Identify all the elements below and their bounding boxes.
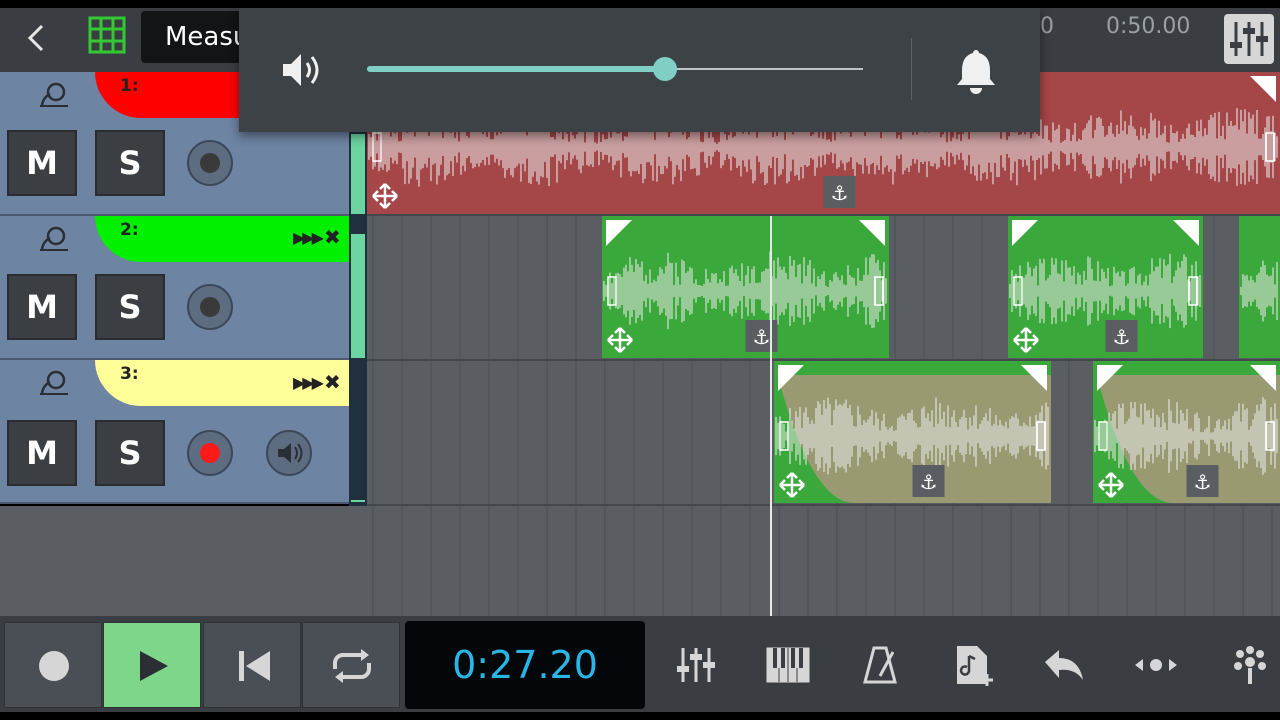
- bell-icon[interactable]: [953, 46, 999, 94]
- track-number-label: 3:: [120, 364, 139, 384]
- ruler-tick-label: 0: [1040, 14, 1054, 39]
- fx-arrows-icon[interactable]: ▶▶▶: [293, 373, 324, 392]
- solo-button[interactable]: S: [95, 420, 165, 486]
- audio-clip[interactable]: ⚓: [1093, 361, 1280, 503]
- mixer-icon[interactable]: [671, 640, 721, 690]
- record-arm-button[interactable]: [187, 284, 233, 330]
- volume-slider-fill: [367, 66, 665, 72]
- speaker-icon[interactable]: [279, 50, 329, 90]
- time-display[interactable]: 0:27.20: [405, 621, 645, 709]
- empty-header-area: [0, 506, 367, 616]
- ruler-tick-label: 0:50.00: [1106, 14, 1191, 39]
- record-arm-button[interactable]: [187, 430, 233, 476]
- level-meter: [349, 360, 367, 506]
- monitor-button[interactable]: [266, 430, 312, 476]
- record-icon: [39, 651, 69, 681]
- mute-button[interactable]: M: [7, 274, 77, 340]
- mixer-sliders-icon[interactable]: [1224, 14, 1274, 64]
- track-number-label: 1:: [120, 76, 139, 96]
- mute-button[interactable]: M: [7, 420, 77, 486]
- audio-clip[interactable]: ⚓: [602, 216, 889, 358]
- solo-button[interactable]: S: [95, 274, 165, 340]
- svg-text:⚓: ⚓: [753, 325, 771, 349]
- volume-slider-thumb[interactable]: [652, 57, 677, 81]
- record-arm-button[interactable]: [187, 140, 233, 186]
- back-button[interactable]: [14, 20, 58, 56]
- add-audio-file-icon[interactable]: [947, 640, 997, 690]
- back-arrow-icon: [27, 24, 44, 52]
- fx-arrows-icon[interactable]: ▶▶▶: [293, 228, 324, 247]
- loop-icon: [333, 649, 371, 683]
- solo-button[interactable]: S: [95, 130, 165, 196]
- piano-keys-icon[interactable]: [763, 640, 813, 690]
- track-edit-icon[interactable]: [36, 222, 70, 256]
- audio-clip[interactable]: ⚓: [774, 361, 1051, 503]
- zoom-fit-icon[interactable]: [1131, 640, 1181, 690]
- play-button[interactable]: [103, 622, 201, 708]
- arrangement-view[interactable]: ⚓ ⚓ ⚓ ⚓ ⚓: [367, 72, 1280, 616]
- svg-text:⚓: ⚓: [1113, 325, 1131, 349]
- level-meter: [349, 216, 367, 362]
- skip-to-start-button[interactable]: [203, 622, 301, 708]
- close-icon[interactable]: ✖: [324, 225, 341, 249]
- record-button[interactable]: [4, 622, 102, 708]
- track-edit-icon[interactable]: [36, 78, 70, 112]
- settings-icon[interactable]: [1225, 640, 1275, 690]
- undo-icon[interactable]: [1039, 640, 1089, 690]
- svg-text:⚓: ⚓: [1194, 470, 1212, 494]
- close-icon[interactable]: ✖: [324, 370, 341, 394]
- audio-clip[interactable]: ⚓: [1008, 216, 1203, 358]
- speaker-icon: [278, 443, 303, 463]
- divider: [911, 38, 912, 100]
- loop-button[interactable]: [302, 622, 400, 708]
- track-number-label: 2:: [120, 220, 139, 240]
- metronome-icon[interactable]: [855, 640, 905, 690]
- svg-text:⚓: ⚓: [920, 470, 938, 494]
- volume-overlay: [239, 8, 1040, 132]
- grid-icon[interactable]: [86, 14, 128, 56]
- play-icon: [140, 651, 168, 681]
- audio-clip[interactable]: [1239, 216, 1280, 358]
- track-edit-icon[interactable]: [36, 366, 70, 400]
- playhead[interactable]: [770, 216, 772, 616]
- skip-to-start-icon: [239, 651, 270, 681]
- svg-text:⚓: ⚓: [831, 181, 849, 205]
- mute-button[interactable]: M: [7, 130, 77, 196]
